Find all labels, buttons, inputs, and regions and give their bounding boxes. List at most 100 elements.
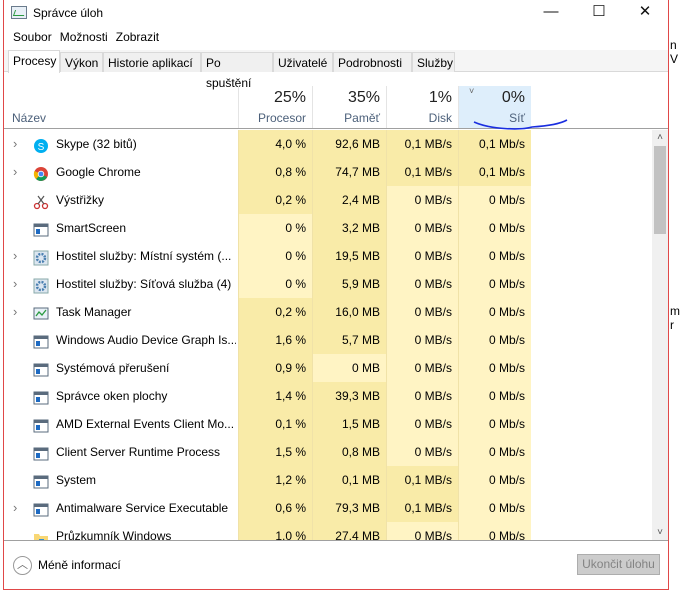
disk-cell: 0,1 MB/s <box>386 158 458 186</box>
column-disk[interactable]: 1% Disk <box>386 86 458 128</box>
scroll-up-icon[interactable]: ˄ <box>652 132 668 143</box>
net-cell: 0 Mb/s <box>458 466 531 494</box>
expand-chevron-icon[interactable]: › <box>13 270 17 298</box>
window-icon <box>33 360 49 377</box>
column-name[interactable]: Název <box>12 111 46 125</box>
tab-startup[interactable]: Po spuštění <box>201 52 273 90</box>
mem-cell: 3,2 MB <box>312 214 386 242</box>
svg-text:S: S <box>38 142 45 153</box>
process-name: Client Server Runtime Process <box>56 445 221 459</box>
process-row[interactable]: AMD External Events Client Mo... 0,1 % 1,5… <box>4 410 652 438</box>
process-row[interactable]: › S Skype (32 bitů) 4,0 % 92,6 MB 0,1 MB/s 0,1… <box>4 130 652 158</box>
tab-processes[interactable]: Procesy <box>8 50 60 73</box>
process-row[interactable]: System 1,2 % 0,1 MB 0,1 MB/s 0 Mb/s <box>4 466 652 494</box>
close-button[interactable]: ✕ <box>622 0 668 26</box>
mem-cell: 19,5 MB <box>312 242 386 270</box>
process-name: System <box>56 473 97 487</box>
process-row[interactable]: › Antimalware Service Executable 0,6 % 79,3… <box>4 494 652 522</box>
window-title: Správce úloh <box>33 6 104 20</box>
cpu-cell: 1,4 % <box>238 382 312 410</box>
menu-options[interactable]: Možnosti <box>60 30 108 44</box>
folder-icon <box>33 528 49 540</box>
process-row[interactable]: Průzkumník Windows 1,0 % 27,4 MB 0 MB/s 0 Mb… <box>4 522 652 540</box>
scrollbar-thumb[interactable] <box>654 146 666 234</box>
cpu-cell: 1,6 % <box>238 326 312 354</box>
disk-cell: 0 MB/s <box>386 326 458 354</box>
tab-performance[interactable]: Výkon <box>60 52 103 72</box>
disk-cell: 0 MB/s <box>386 382 458 410</box>
process-name-cell: › Task Manager <box>4 298 239 326</box>
process-row[interactable]: Výstřižky 0,2 % 2,4 MB 0 MB/s 0 Mb/s <box>4 186 652 214</box>
title-bar[interactable]: Správce úloh — ☐ ✕ <box>4 0 668 26</box>
disk-cell: 0 MB/s <box>386 354 458 382</box>
process-name-cell: SmartScreen <box>4 214 239 242</box>
scrollbar[interactable]: ˄ ˅ <box>652 130 668 540</box>
cpu-cell: 1,0 % <box>238 522 312 540</box>
mem-cell: 92,6 MB <box>312 130 386 158</box>
process-name-cell: System <box>4 466 239 494</box>
tab-services[interactable]: Služby <box>412 52 455 72</box>
process-name: Průzkumník Windows <box>56 529 172 540</box>
scroll-down-icon[interactable]: ˅ <box>652 527 668 538</box>
disk-label: Disk <box>428 111 452 125</box>
column-cpu[interactable]: 25% Procesor <box>238 86 312 128</box>
disk-cell: 0 MB/s <box>386 298 458 326</box>
process-row[interactable]: SmartScreen 0 % 3,2 MB 0 MB/s 0 Mb/s <box>4 214 652 242</box>
net-cell: 0 Mb/s <box>458 438 531 466</box>
cpu-cell: 0,9 % <box>238 354 312 382</box>
process-row[interactable]: Client Server Runtime Process 1,5 % 0,8 MB… <box>4 438 652 466</box>
process-name-cell: Správce oken plochy <box>4 382 239 410</box>
process-name-cell: Výstřižky <box>4 186 239 214</box>
expand-chevron-icon[interactable]: › <box>13 494 17 522</box>
window-icon <box>33 472 49 489</box>
disk-cell: 0,1 MB/s <box>386 130 458 158</box>
expand-chevron-icon[interactable]: › <box>13 158 17 186</box>
cpu-cell: 0,2 % <box>238 186 312 214</box>
process-row[interactable]: › Task Manager 0,2 % 16,0 MB 0 MB/s 0 Mb/s <box>4 298 652 326</box>
net-cell: 0,1 Mb/s <box>458 158 531 186</box>
cpu-cell: 0,6 % <box>238 494 312 522</box>
tab-users[interactable]: Uživatelé <box>273 52 333 72</box>
mem-cell: 0,1 MB <box>312 466 386 494</box>
window-icon <box>33 416 49 433</box>
minimize-button[interactable]: — <box>528 0 574 26</box>
chevron-up-icon[interactable]: ︿ <box>13 556 32 575</box>
tab-details[interactable]: Podrobnosti <box>333 52 412 72</box>
expand-chevron-icon[interactable]: › <box>13 242 17 270</box>
tab-app-history[interactable]: Historie aplikací <box>103 52 201 72</box>
cpu-cell: 0,8 % <box>238 158 312 186</box>
less-info-link[interactable]: Méně informací <box>38 558 121 572</box>
net-cell: 0,1 Mb/s <box>458 130 531 158</box>
cpu-cell: 0,2 % <box>238 298 312 326</box>
process-row[interactable]: Správce oken plochy 1,4 % 39,3 MB 0 MB/s 0 M… <box>4 382 652 410</box>
taskmanager-icon <box>33 304 49 320</box>
memory-label: Paměť <box>344 111 380 125</box>
cpu-cell: 0 % <box>238 214 312 242</box>
menu-file[interactable]: Soubor <box>13 30 52 44</box>
sort-chevron-icon: ˅ <box>469 86 475 96</box>
process-name-cell: Client Server Runtime Process <box>4 438 239 466</box>
column-memory[interactable]: 35% Paměť <box>312 86 386 128</box>
maximize-button[interactable]: ☐ <box>576 0 622 26</box>
disk-cell: 0,1 MB/s <box>386 494 458 522</box>
net-cell: 0 Mb/s <box>458 354 531 382</box>
process-name: Správce oken plochy <box>56 389 168 403</box>
process-row[interactable]: Windows Audio Device Graph Is... 1,6 % 5,7… <box>4 326 652 354</box>
background-text: n V <box>670 38 679 66</box>
task-manager-icon <box>11 6 27 19</box>
footer: ︿ Méně informací Ukončit úlohu <box>4 540 668 589</box>
process-name: Google Chrome <box>56 165 141 179</box>
disk-cell: 0 MB/s <box>386 270 458 298</box>
process-row[interactable]: › Hostitel služby: Místní systém (... 0 % 1… <box>4 242 652 270</box>
expand-chevron-icon[interactable]: › <box>13 298 17 326</box>
process-row[interactable]: Systémová přerušení 0,9 % 0 MB 0 MB/s 0 Mb/s <box>4 354 652 382</box>
process-row[interactable]: › Hostitel služby: Síťová služba (4) 0 % 5,… <box>4 270 652 298</box>
end-task-button[interactable]: Ukončit úlohu <box>577 554 660 575</box>
menu-view[interactable]: Zobrazit <box>116 30 159 44</box>
chrome-icon <box>33 164 49 181</box>
process-name: Skype (32 bitů) <box>56 137 137 151</box>
process-row[interactable]: › Google Chrome 0,8 % 74,7 MB 0,1 MB/s 0,1 Mb… <box>4 158 652 186</box>
disk-cell: 0 MB/s <box>386 214 458 242</box>
cpu-total: 25% <box>273 89 306 106</box>
expand-chevron-icon[interactable]: › <box>13 130 17 158</box>
